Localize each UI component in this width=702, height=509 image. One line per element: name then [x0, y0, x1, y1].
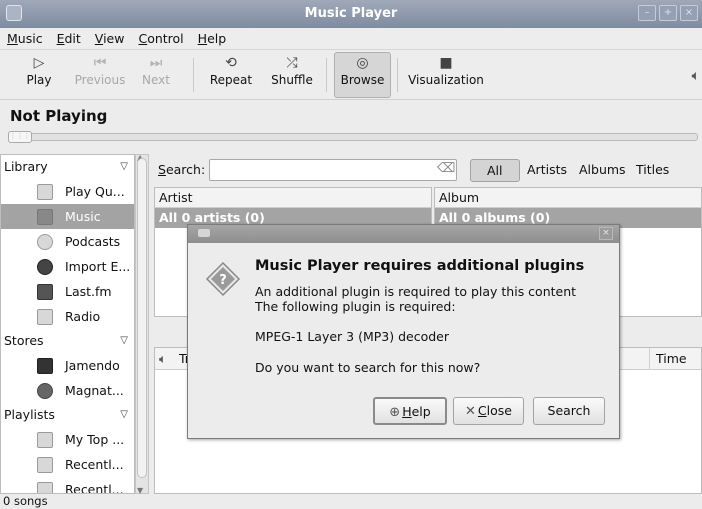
previous-button[interactable]: ⏮ Previous	[70, 53, 130, 97]
dialog-question: Do you want to search for this now?	[255, 360, 481, 375]
sidebar-item-magnatune[interactable]: Magnat...	[1, 378, 134, 403]
dialog-close-icon[interactable]: ×	[599, 227, 613, 240]
sidebar-item-radio[interactable]: Radio	[1, 304, 134, 329]
scrollbar-thumb[interactable]	[137, 158, 147, 478]
group-stores[interactable]: Stores ▽	[1, 329, 134, 353]
now-playing-area: Not Playing ⋮⋮⋮	[0, 100, 702, 150]
sidebar-item-jamendo[interactable]: Jamendo	[1, 353, 134, 378]
visualization-button[interactable]: ■ Visualization	[406, 53, 486, 97]
play-queue-icon	[37, 184, 53, 200]
menubar: Music Edit View Control Help	[0, 28, 702, 50]
shuffle-icon: ⤮	[286, 55, 298, 71]
play-button[interactable]: ▷ Play	[14, 53, 64, 97]
help-button[interactable]: ⊕ Help	[373, 397, 447, 425]
sidebar-scrollbar[interactable]: ▲ ▼	[135, 153, 149, 495]
collapse-arrow-icon[interactable]: ▽	[120, 155, 128, 179]
music-note-icon	[37, 209, 53, 225]
search-button[interactable]: Search	[533, 397, 605, 425]
maximize-icon[interactable]: +	[659, 5, 677, 21]
previous-icon: ⏮	[93, 55, 107, 71]
sidebar-item-podcasts[interactable]: Podcasts	[1, 229, 134, 254]
toolbar-separator	[326, 58, 327, 92]
playing-speaker-icon: 🔈︎	[159, 351, 167, 366]
dialog-menu-icon[interactable]	[198, 229, 210, 237]
podcast-icon	[37, 234, 53, 250]
sidebar-item-import-errors[interactable]: Import E...	[1, 254, 134, 279]
filter-artists-button[interactable]: Artists	[519, 159, 575, 182]
import-error-icon	[37, 259, 53, 275]
dialog-message-line1: An additional plugin is required to play…	[255, 284, 577, 299]
plugin-name: MPEG-1 Layer 3 (MP3) decoder	[255, 329, 450, 344]
close-button[interactable]: ✕ Close	[453, 397, 524, 425]
jamendo-icon	[37, 358, 53, 374]
clear-search-icon[interactable]: ⌫	[437, 161, 455, 176]
next-icon: ⏭	[149, 55, 163, 71]
menu-music[interactable]: Music	[0, 28, 50, 49]
smart-playlist-icon	[37, 482, 53, 493]
question-icon: ?	[205, 261, 241, 297]
sidebar-item-my-top-rated[interactable]: My Top ...	[1, 427, 134, 452]
seek-slider-thumb[interactable]: ⋮⋮⋮	[8, 131, 32, 143]
lastfm-icon	[37, 284, 53, 300]
missing-plugins-dialog: × ? Music Player requires additional plu…	[187, 224, 620, 439]
browse-toggle[interactable]: ◎ Browse	[334, 52, 391, 98]
next-button[interactable]: ⏭ Next	[138, 53, 174, 97]
artist-column-header[interactable]: Artist	[155, 188, 431, 208]
source-list: Library ▽ Play Qu... Music Podcasts Impo…	[0, 154, 135, 494]
magnatune-icon	[37, 383, 53, 399]
seek-slider[interactable]	[8, 133, 698, 141]
group-library[interactable]: Library ▽	[1, 155, 134, 179]
smart-playlist-icon	[37, 457, 53, 473]
group-playlists[interactable]: Playlists ▽	[1, 403, 134, 427]
help-lifebuoy-icon: ⊕	[389, 405, 401, 420]
menu-view[interactable]: View	[88, 28, 132, 49]
minimize-icon[interactable]: –	[638, 5, 656, 21]
sidebar-item-play-queue[interactable]: Play Qu...	[1, 179, 134, 204]
menu-help[interactable]: Help	[191, 28, 234, 49]
close-window-icon[interactable]: ×	[680, 5, 698, 21]
radio-icon	[37, 309, 53, 325]
repeat-button[interactable]: ⟲ Repeat	[206, 53, 256, 97]
collapse-arrow-icon[interactable]: ▽	[120, 329, 128, 353]
sidebar-item-music[interactable]: Music	[1, 204, 134, 229]
play-icon: ▷	[33, 55, 45, 71]
visualization-icon: ■	[439, 55, 453, 71]
menu-edit[interactable]: Edit	[50, 28, 88, 49]
filter-titles-button[interactable]: Titles	[628, 159, 677, 182]
shuffle-button[interactable]: ⤮ Shuffle	[268, 53, 316, 97]
sidebar-item-recently-added[interactable]: Recentl...	[1, 452, 134, 477]
toolbar-separator	[193, 58, 194, 92]
filter-all-button[interactable]: All	[470, 159, 520, 182]
repeat-icon: ⟲	[225, 55, 237, 71]
volume-icon[interactable]: 🔈︎	[692, 68, 700, 84]
filter-albums-button[interactable]: Albums	[571, 159, 634, 182]
status-bar: 0 songs	[0, 494, 702, 509]
now-playing-title: Not Playing	[10, 107, 108, 125]
dialog-heading: Music Player requires additional plugins	[255, 258, 585, 274]
browse-disc-icon: ◎	[356, 55, 369, 71]
smart-playlist-icon	[37, 432, 53, 448]
close-x-icon: ✕	[465, 404, 476, 419]
dialog-message-line2: The following plugin is required:	[255, 299, 456, 314]
search-label: Search:	[158, 162, 206, 177]
window-titlebar[interactable]: Music Player – + ×	[0, 0, 702, 28]
svg-text:?: ?	[219, 273, 227, 288]
time-column-header[interactable]: Time	[649, 348, 701, 369]
search-input[interactable]	[209, 159, 457, 181]
toolbar-separator	[397, 58, 398, 92]
sidebar-item-lastfm[interactable]: Last.fm	[1, 279, 134, 304]
dialog-titlebar[interactable]: ×	[188, 225, 619, 243]
sidebar-item-recently-played[interactable]: Recentl...	[1, 477, 134, 493]
collapse-arrow-icon[interactable]: ▽	[120, 403, 128, 427]
album-column-header[interactable]: Album	[435, 188, 701, 208]
menu-control[interactable]: Control	[131, 28, 190, 49]
toolbar: ▷ Play ⏮ Previous ⏭ Next ⟲ Repeat ⤮ Shuf…	[0, 50, 702, 100]
window-title: Music Player	[304, 6, 398, 21]
